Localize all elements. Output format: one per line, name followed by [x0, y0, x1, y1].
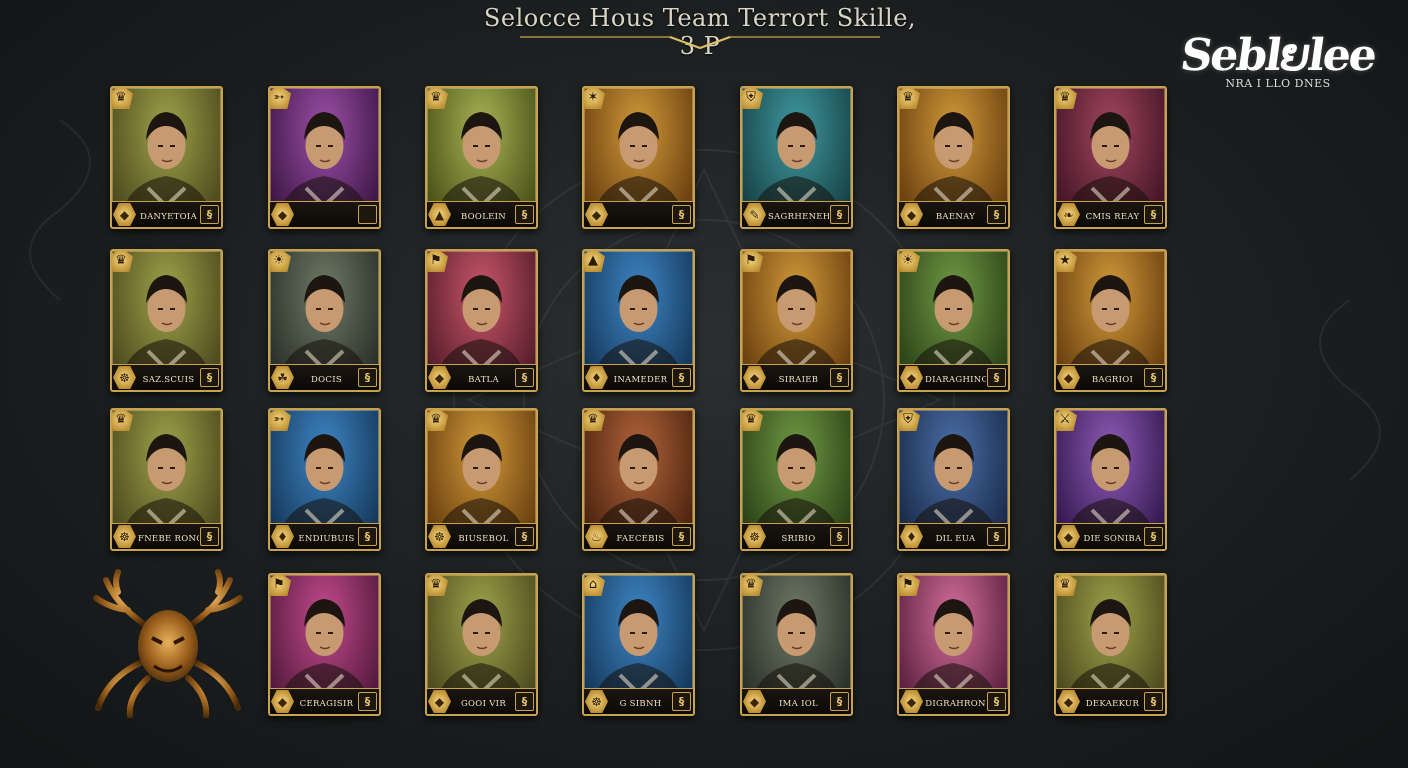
- character-card[interactable]: ♛ ◆ IMA IOL §: [740, 573, 853, 716]
- skill-badge[interactable]: §: [987, 368, 1006, 387]
- character-card[interactable]: ⌂ ☸ G SIBNH §: [582, 573, 695, 716]
- character-name: DIARAGHING: [925, 375, 986, 385]
- skill-badge[interactable]: §: [200, 368, 219, 387]
- character-card[interactable]: ♛ ◆ GOOI VIR §: [425, 573, 538, 716]
- screen-title-banner: Selocce Hous Team Terrort Skille, 3 P: [480, 0, 920, 60]
- skill-badge[interactable]: §: [358, 368, 377, 387]
- skill-badge[interactable]: §: [672, 692, 691, 711]
- character-name: DANYETOIA: [139, 212, 198, 222]
- skill-badge[interactable]: §: [515, 368, 534, 387]
- character-card[interactable]: ⛨ ♦ DIL EUA §: [897, 408, 1010, 551]
- character-card[interactable]: ♛ ◆ BAENAY §: [897, 86, 1010, 229]
- skill-badge[interactable]: §: [1144, 205, 1163, 224]
- character-name: BAGRIOI: [1091, 375, 1134, 385]
- character-card[interactable]: ⚔ ◆ DIE SONIBA §: [1054, 408, 1167, 551]
- screen-title: Selocce Hous Team Terrort Skille, 3 P: [483, 4, 917, 60]
- character-card[interactable]: ▲ ♦ INAMEDER §: [582, 249, 695, 392]
- skill-badge[interactable]: §: [358, 692, 377, 711]
- skill-badge[interactable]: §: [515, 527, 534, 546]
- skill-badge[interactable]: §: [987, 527, 1006, 546]
- skill-badge[interactable]: §: [672, 368, 691, 387]
- character-card[interactable]: ★ ◆ BAGRIOI §: [1054, 249, 1167, 392]
- title-divider: [520, 36, 880, 50]
- skill-badge[interactable]: §: [1144, 527, 1163, 546]
- skill-badge[interactable]: §: [1144, 368, 1163, 387]
- skill-badge[interactable]: §: [515, 692, 534, 711]
- character-card[interactable]: ⛨ ✎ SAGRHENEH §: [740, 86, 853, 229]
- character-name: BIUSEBOL: [458, 534, 509, 544]
- character-card[interactable]: ✶ ◆ §: [582, 86, 695, 229]
- skill-badge[interactable]: §: [672, 527, 691, 546]
- antlered-demon-mask-icon: [93, 569, 243, 718]
- character-name: SIRAIEB: [778, 375, 819, 385]
- character-name: IMA IOL: [779, 699, 818, 709]
- character-card[interactable]: ♛ ◆ DANYETOIA §: [110, 86, 223, 229]
- character-card[interactable]: ⚑ ◆ CERAGISIR §: [268, 573, 381, 716]
- character-card[interactable]: ➳ ♦ ENDIUBUIS §: [268, 408, 381, 551]
- skill-badge[interactable]: §: [200, 205, 219, 224]
- skill-badge[interactable]: §: [672, 205, 691, 224]
- character-name: FAECEBIS: [616, 534, 665, 544]
- skill-badge[interactable]: [358, 205, 377, 224]
- skill-badge[interactable]: §: [830, 692, 849, 711]
- character-name: DOCIS: [311, 375, 342, 385]
- character-name: DIE SONIBA: [1083, 534, 1142, 544]
- character-card[interactable]: ♛ ◆ DEKAEKUR §: [1054, 573, 1167, 716]
- skill-badge[interactable]: §: [200, 527, 219, 546]
- character-name: CMIS REAY: [1085, 212, 1140, 222]
- character-name: CERAGISIR: [299, 699, 354, 709]
- character-card[interactable]: ♛ ☸ FNEBE RONO §: [110, 408, 223, 551]
- character-name: SRIBIO: [781, 534, 816, 544]
- character-name: SAZ.SCUIS: [142, 375, 195, 385]
- character-card[interactable]: ♛ ☸ SRIBIO §: [740, 408, 853, 551]
- character-card[interactable]: ☀ ◆ DIARAGHING §: [897, 249, 1010, 392]
- skill-badge[interactable]: §: [987, 692, 1006, 711]
- character-card[interactable]: ➳ ◆: [268, 86, 381, 229]
- character-card[interactable]: ♛ ▲ BOOLEIN §: [425, 86, 538, 229]
- character-card[interactable]: ⚑ ◆ BATLA §: [425, 249, 538, 392]
- skill-badge[interactable]: §: [1144, 692, 1163, 711]
- skill-badge[interactable]: §: [987, 205, 1006, 224]
- game-logo: Seblຍlee NRA I LLO DNES: [1168, 30, 1388, 114]
- character-name: BATLA: [468, 375, 499, 385]
- character-name: SAGRHENEH: [768, 212, 829, 222]
- character-name: GOOI VIR: [460, 699, 507, 709]
- character-name: G SIBNH: [619, 699, 662, 709]
- character-card[interactable]: ⚑ ◆ DIGRAHRON §: [897, 573, 1010, 716]
- character-name: FNEBE RONO: [138, 534, 199, 544]
- logo-mark: Seblຍlee: [1177, 30, 1379, 81]
- character-name: INAMEDER: [613, 375, 668, 385]
- character-name: BAENAY: [935, 212, 976, 222]
- skill-badge[interactable]: §: [830, 368, 849, 387]
- character-card[interactable]: ☀ ☘ DOCIS §: [268, 249, 381, 392]
- character-card[interactable]: ♛ ☸ SAZ.SCUIS §: [110, 249, 223, 392]
- character-name: DIGRAHRON: [925, 699, 986, 709]
- character-card[interactable]: ⚑ ◆ SIRAIEB §: [740, 249, 853, 392]
- skill-badge[interactable]: §: [830, 527, 849, 546]
- skill-badge[interactable]: §: [358, 527, 377, 546]
- character-card[interactable]: ♛ ♨ FAECEBIS §: [582, 408, 695, 551]
- character-name: DEKAEKUR: [1085, 699, 1140, 709]
- character-name: DIL EUA: [935, 534, 976, 544]
- character-card[interactable]: ♛ ☸ BIUSEBOL §: [425, 408, 538, 551]
- skill-badge[interactable]: §: [830, 205, 849, 224]
- character-name: BOOLEIN: [460, 212, 507, 222]
- character-card[interactable]: ♛ ❧ CMIS REAY §: [1054, 86, 1167, 229]
- character-name: ENDIUBUIS: [298, 534, 355, 544]
- skill-badge[interactable]: §: [515, 205, 534, 224]
